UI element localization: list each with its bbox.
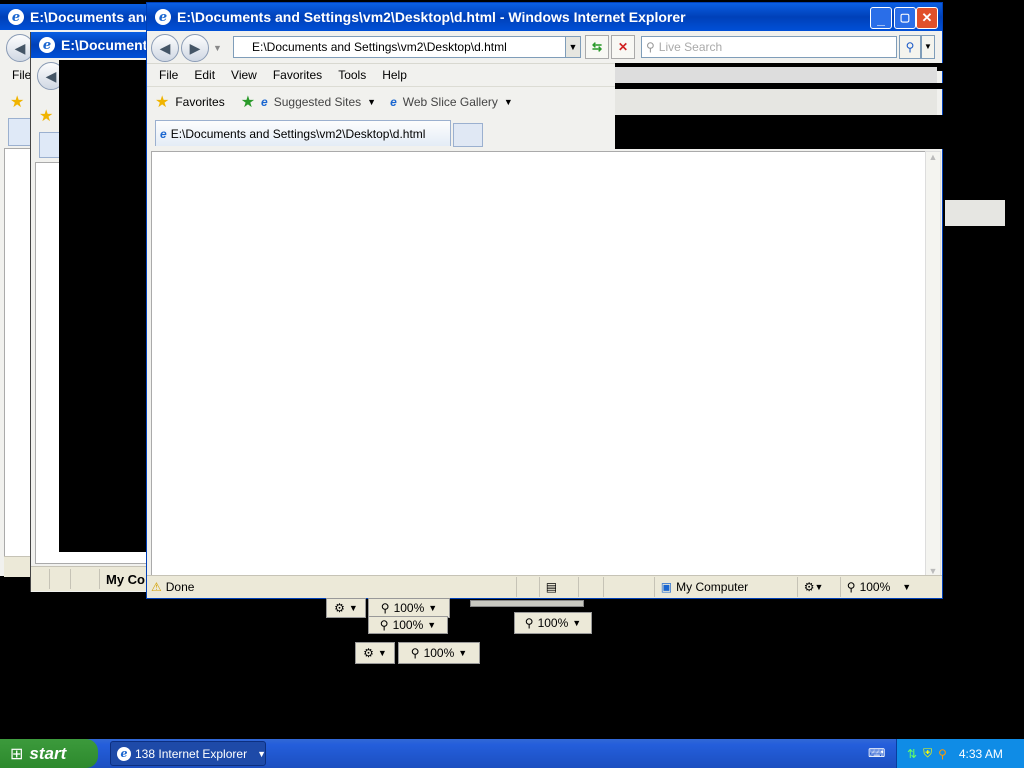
mid-ie-window: e E:\Documents a ◀ ★ My Co [30,32,153,592]
keyboard-icon[interactable]: ⌨ [868,746,885,760]
ghost-zoom-chip: ⚲ 100% ▼ [398,642,480,664]
clock: 4:33 AM [958,746,1003,761]
menu-help[interactable]: Help [374,64,415,86]
main-ie-window: e E:\Documents and Settings\vm2\Desktop\… [146,2,943,599]
minimize-button[interactable]: _ [870,7,892,29]
address-field[interactable]: E:\Documents and Settings\vm2\Desktop\d.… [233,36,567,58]
ghost-line [470,600,584,607]
protected-mode-icon[interactable]: ⚙ ▼ [796,577,840,597]
back-window-title: E:\Documents and S [30,9,150,25]
back-menu-file[interactable]: File [12,68,31,82]
close-button[interactable]: ✕ [916,7,938,29]
search-button[interactable]: ⚲ [899,35,921,59]
mid-window-title: E:\Documents a [61,37,151,53]
new-tab-button[interactable] [453,123,483,147]
main-window-titlebar[interactable]: e E:\Documents and Settings\vm2\Desktop\… [147,3,942,31]
address-text: E:\Documents and Settings\vm2\Desktop\d.… [252,40,507,54]
ie-icon: e [117,746,131,761]
gray-overlay [615,89,937,115]
computer-icon: ▣ [660,580,673,594]
scroll-up-arrow-icon[interactable]: ▲ [926,152,940,162]
search-icon: ⚲ [646,40,655,54]
back-button[interactable]: ◀ [151,34,179,62]
taskbar-ie-group[interactable]: e 138 Internet Explorer ▼ [110,741,266,766]
ghost-protected-mode-chip: ⚙ ▼ [355,642,395,664]
menu-edit[interactable]: Edit [186,64,223,86]
zoom-value: 100% [859,580,891,594]
back-window-titlebar[interactable]: e E:\Documents and S [0,4,150,30]
ghost-zoom-value: 100% [537,616,569,630]
stop-icon[interactable]: ✕ [611,35,635,59]
forward-button[interactable]: ▶ [181,34,209,62]
history-dropdown-icon[interactable]: ▼ [213,43,222,53]
maximize-button[interactable]: ▢ [894,7,916,29]
search-tray-icon[interactable]: ⚲ [938,747,947,761]
main-window-title: E:\Documents and Settings\vm2\Desktop\d.… [177,9,686,25]
menu-view[interactable]: View [223,64,265,86]
web-slice-ie-icon: e [390,95,397,109]
suggested-sites-ie-icon: e [261,95,268,109]
black-overlay [615,115,943,149]
statusbar: ⚠ Done ▤ ▣ My Computer ⚙ ▼ ⚲ 100% ▼ [147,575,942,598]
menu-tools[interactable]: Tools [330,64,374,86]
address-bar-row: ◀ ▶ ▼ E:\Documents and Settings\vm2\Desk… [147,31,942,64]
ghost-zoom-value: 100% [423,646,455,660]
ghost-block [945,200,1005,226]
suggested-sites-dropdown-icon[interactable]: ▼ [367,97,376,107]
suggested-sites-link[interactable]: Suggested Sites [274,95,361,109]
taskbar-group-dropdown-icon[interactable]: ▼ [257,749,266,759]
ghost-zoom-chip: ⚲ 100% ▼ [514,612,592,634]
refresh-icon[interactable]: ⇆ [585,35,609,59]
address-dropdown-button[interactable]: ▼ [565,36,581,58]
tab-ie-icon: e [160,126,167,141]
vertical-scrollbar[interactable]: ▲ ▼ [925,151,941,577]
zoom-dropdown-icon[interactable]: ▼ [902,582,911,592]
search-input[interactable]: ⚲ Live Search [641,36,897,58]
status-page-icon: ▤ [538,577,578,597]
ghost-zoom-chip: ⚲ 100% ▼ [368,598,450,618]
start-button[interactable]: ⊞ start [0,739,98,768]
status-zone-label: My Computer [676,580,749,594]
gray-overlay [615,67,937,83]
network-icon[interactable]: ⇅ [907,747,917,761]
zoom-icon: ⚲ [846,580,856,594]
mid-black-region [59,60,151,552]
windows-logo-icon: ⊞ [10,745,24,763]
start-label: start [29,743,67,763]
page-content[interactable] [151,151,927,577]
ghost-zoom-value: 100% [393,601,425,615]
ghost-zoom-chip: ⚲ 100% ▼ [368,616,448,634]
mid-status-zone: My Co [106,571,145,587]
ghost-protected-mode-chip: ⚙ ▼ [326,598,366,618]
ghost-zoom-value: 100% [392,618,424,632]
tab-title: E:\Documents and Settings\vm2\Desktop\d.… [170,126,426,141]
star-icon: ★ [39,108,54,125]
taskbar-task-label: 138 Internet Explorer [135,746,248,761]
search-options-dropdown[interactable]: ▼ [921,35,935,59]
ie-icon: e [39,37,55,53]
zoom-control[interactable]: ⚲ 100% ▼ [839,577,923,597]
security-shield-icon[interactable]: ⛨ [923,746,932,761]
search-placeholder: Live Search [658,40,723,54]
status-zone: ▣ My Computer [653,577,797,597]
ie-icon: e [155,9,171,25]
menu-file[interactable]: File [151,64,186,86]
menu-favorites[interactable]: Favorites [265,64,330,86]
web-slice-gallery-link[interactable]: Web Slice Gallery [403,95,498,109]
warning-icon: ⚠ [151,580,162,594]
web-slice-dropdown-icon[interactable]: ▼ [504,97,513,107]
add-favorites-icon[interactable]: ★ [241,92,255,112]
favorites-button[interactable]: Favorites [175,95,224,109]
mid-statusbar: My Co [31,566,151,591]
star-icon: ★ [10,94,25,111]
taskbar: ⊞ start e 138 Internet Explorer ▼ ⌨ ⇅ ⛨ … [0,739,1024,768]
status-text: Done [165,580,195,594]
favorites-star-icon: ★ [155,94,170,111]
tab-active[interactable]: e E:\Documents and Settings\vm2\Desktop\… [155,120,451,146]
ie-icon: e [8,9,24,25]
system-tray: ⇅ ⛨ ⚲ 4:33 AM [896,739,1024,768]
mid-window-titlebar[interactable]: e E:\Documents a [31,32,151,58]
